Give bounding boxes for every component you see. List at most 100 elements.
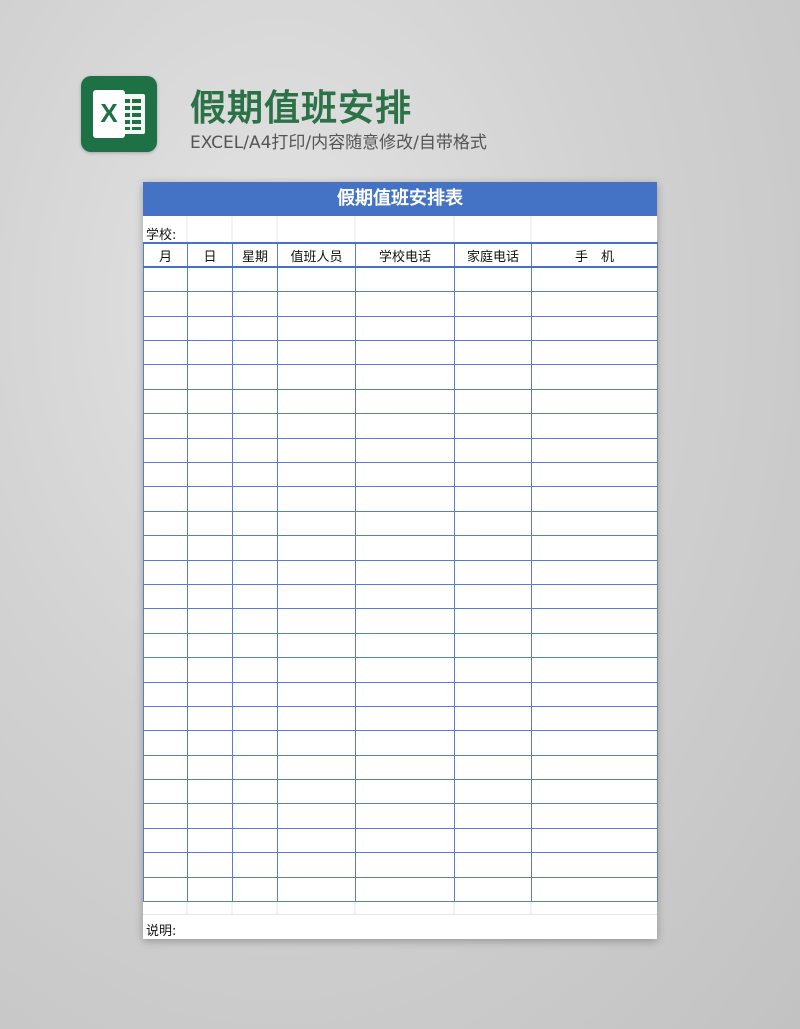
table-cell[interactable] <box>187 657 233 683</box>
table-cell[interactable] <box>232 413 278 439</box>
table-cell[interactable] <box>531 754 658 781</box>
table-cell[interactable] <box>454 364 532 390</box>
table-cell[interactable] <box>454 510 532 537</box>
table-cell[interactable] <box>232 754 278 781</box>
table-cell[interactable] <box>277 876 356 903</box>
table-cell[interactable] <box>277 827 356 854</box>
table-cell[interactable] <box>277 291 356 317</box>
table-cell[interactable] <box>143 632 188 659</box>
table-cell[interactable] <box>143 388 188 415</box>
table-cell[interactable] <box>232 827 278 854</box>
table-cell[interactable] <box>454 852 532 878</box>
table-cell[interactable] <box>531 681 658 707</box>
table-cell[interactable] <box>454 266 532 293</box>
table-cell[interactable] <box>355 340 455 366</box>
table-cell[interactable] <box>531 510 658 537</box>
table-cell[interactable] <box>277 462 356 488</box>
table-cell[interactable] <box>232 559 278 585</box>
table-cell[interactable] <box>355 730 455 756</box>
table-cell[interactable] <box>143 413 188 439</box>
table-cell[interactable] <box>143 437 188 464</box>
table-cell[interactable] <box>143 803 188 829</box>
table-cell[interactable] <box>143 852 188 878</box>
table-cell[interactable] <box>454 340 532 366</box>
table-cell[interactable] <box>232 462 278 488</box>
table-cell[interactable] <box>355 681 455 707</box>
table-cell[interactable] <box>454 754 532 781</box>
table-cell[interactable] <box>187 535 233 561</box>
table-cell[interactable] <box>454 583 532 610</box>
table-cell[interactable] <box>187 388 233 415</box>
table-cell[interactable] <box>187 486 233 512</box>
table-cell[interactable] <box>454 291 532 317</box>
table-cell[interactable] <box>355 266 455 293</box>
table-cell[interactable] <box>531 876 658 903</box>
table-cell[interactable] <box>143 315 188 342</box>
table-cell[interactable] <box>143 827 188 854</box>
table-cell[interactable] <box>531 803 658 829</box>
table-cell[interactable] <box>355 364 455 390</box>
table-cell[interactable] <box>531 315 658 342</box>
table-cell[interactable] <box>277 803 356 829</box>
table-cell[interactable] <box>187 510 233 537</box>
table-cell[interactable] <box>187 583 233 610</box>
table-cell[interactable] <box>277 340 356 366</box>
table-cell[interactable] <box>277 657 356 683</box>
table-cell[interactable] <box>187 559 233 585</box>
table-cell[interactable] <box>187 462 233 488</box>
table-cell[interactable] <box>454 388 532 415</box>
table-cell[interactable] <box>277 730 356 756</box>
table-cell[interactable] <box>355 559 455 585</box>
table-cell[interactable] <box>232 852 278 878</box>
table-cell[interactable] <box>355 510 455 537</box>
table-cell[interactable] <box>454 876 532 903</box>
table-cell[interactable] <box>143 535 188 561</box>
table-cell[interactable] <box>277 364 356 390</box>
table-cell[interactable] <box>187 730 233 756</box>
table-cell[interactable] <box>277 705 356 732</box>
table-cell[interactable] <box>143 754 188 781</box>
table-cell[interactable] <box>187 364 233 390</box>
table-cell[interactable] <box>187 315 233 342</box>
table-cell[interactable] <box>531 632 658 659</box>
table-cell[interactable] <box>277 486 356 512</box>
table-cell[interactable] <box>187 437 233 464</box>
table-cell[interactable] <box>143 510 188 537</box>
table-cell[interactable] <box>531 437 658 464</box>
table-cell[interactable] <box>531 657 658 683</box>
table-cell[interactable] <box>232 486 278 512</box>
table-cell[interactable] <box>277 559 356 585</box>
table-cell[interactable] <box>454 437 532 464</box>
table-cell[interactable] <box>355 535 455 561</box>
table-cell[interactable] <box>277 437 356 464</box>
table-cell[interactable] <box>531 291 658 317</box>
table-cell[interactable] <box>454 315 532 342</box>
table-cell[interactable] <box>531 827 658 854</box>
table-cell[interactable] <box>355 413 455 439</box>
table-cell[interactable] <box>187 340 233 366</box>
table-cell[interactable] <box>454 681 532 707</box>
table-cell[interactable] <box>143 705 188 732</box>
table-cell[interactable] <box>277 413 356 439</box>
table-cell[interactable] <box>187 852 233 878</box>
table-cell[interactable] <box>531 779 658 805</box>
table-cell[interactable] <box>232 315 278 342</box>
table-cell[interactable] <box>277 266 356 293</box>
table-cell[interactable] <box>531 462 658 488</box>
table-cell[interactable] <box>531 486 658 512</box>
table-cell[interactable] <box>454 608 532 634</box>
table-cell[interactable] <box>531 388 658 415</box>
table-cell[interactable] <box>143 486 188 512</box>
table-cell[interactable] <box>277 632 356 659</box>
table-cell[interactable] <box>531 413 658 439</box>
table-cell[interactable] <box>143 364 188 390</box>
table-cell[interactable] <box>232 291 278 317</box>
table-cell[interactable] <box>187 632 233 659</box>
table-cell[interactable] <box>355 632 455 659</box>
table-cell[interactable] <box>454 730 532 756</box>
table-cell[interactable] <box>232 657 278 683</box>
table-cell[interactable] <box>187 876 233 903</box>
table-cell[interactable] <box>454 486 532 512</box>
table-cell[interactable] <box>355 779 455 805</box>
table-cell[interactable] <box>355 437 455 464</box>
